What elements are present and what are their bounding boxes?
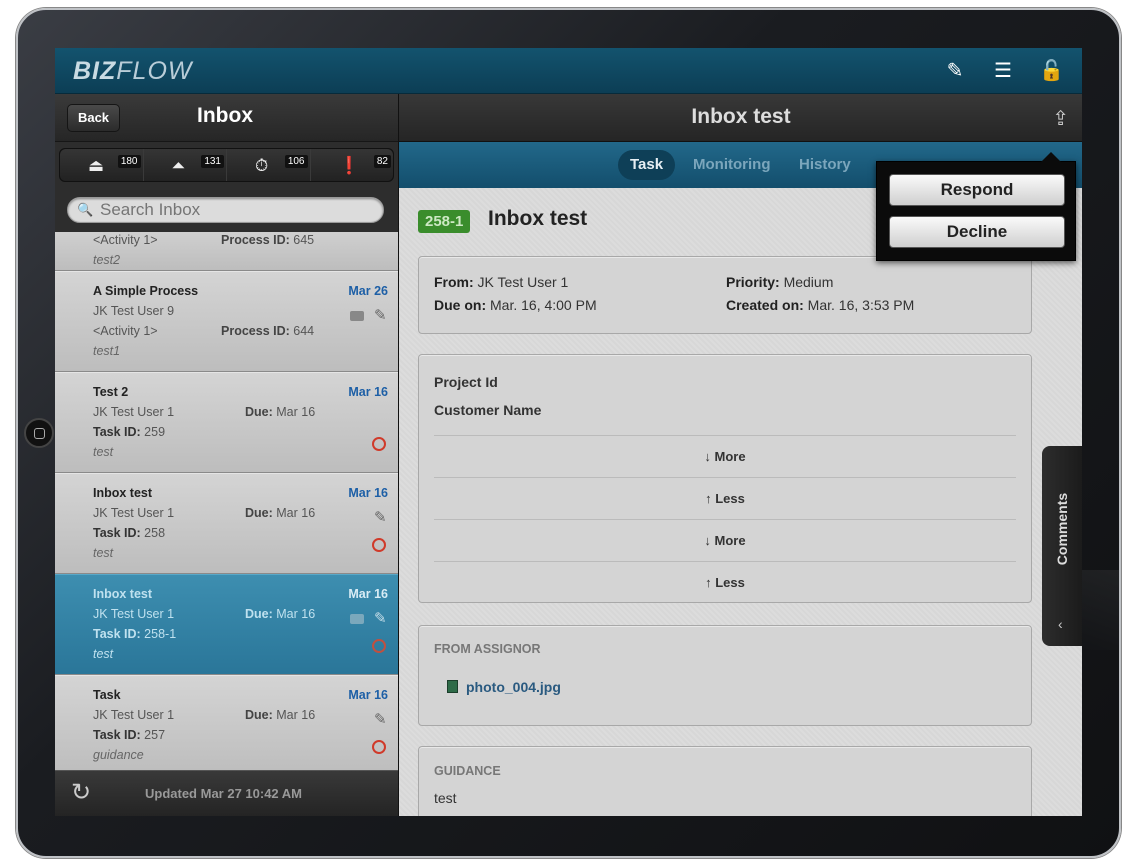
action-popover: Respond Decline — [876, 152, 1076, 261]
paperclip-icon: ✎ — [374, 509, 387, 526]
guidance-heading: GUIDANCE — [434, 764, 501, 778]
priority-field: Priority: Medium — [726, 274, 834, 290]
respond-button[interactable]: Respond — [889, 174, 1065, 206]
task-id-badge: 258-1 — [418, 210, 471, 233]
decline-button[interactable]: Decline — [889, 216, 1065, 248]
task-info-card: From: JK Test User 1 Priority: Medium Du… — [418, 256, 1032, 334]
paperclip-icon: ✎ — [374, 307, 387, 324]
filter-due[interactable]: ⏱ 106 — [227, 149, 311, 181]
search-input[interactable] — [100, 200, 370, 220]
list-item-selected[interactable]: Inbox test Mar 16 JK Test User 1 Due: Ma… — [55, 574, 398, 675]
filter-count: 82 — [373, 155, 391, 168]
inbox-list: <Activity 1> Process ID: 645 test2 A Sim… — [55, 232, 398, 772]
guidance-card: GUIDANCE test — [418, 746, 1032, 816]
more-button[interactable]: ↓ More — [434, 435, 1016, 477]
comment-icon — [350, 311, 364, 321]
from-field: From: JK Test User 1 — [434, 274, 569, 290]
inbox-panel: Back Inbox ⏏ 180 ⏶ 131 ⏱ 106 ❗ 82 🔍 <Activit… — [55, 94, 398, 816]
list-item[interactable]: A Simple Process Mar 26 JK Test User 9 <… — [55, 271, 398, 372]
search-icon: 🔍 — [77, 202, 94, 217]
filter-bar: ⏏ 180 ⏶ 131 ⏱ 106 ❗ 82 — [59, 148, 394, 182]
list-item[interactable]: <Activity 1> Process ID: 645 test2 — [55, 232, 398, 271]
timer-icon — [372, 538, 386, 552]
refresh-icon[interactable]: ↻ — [71, 781, 91, 805]
timer-icon — [372, 740, 386, 754]
comments-drawer-tab[interactable]: Comments ‹ — [1042, 446, 1082, 646]
filter-inbox[interactable]: ⏏ 180 — [60, 149, 144, 181]
updated-timestamp: Updated Mar 27 10:42 AM — [145, 786, 303, 801]
assignor-card: FROM ASSIGNOR photo_004.jpg — [418, 625, 1032, 726]
top-bar: BIZFLOW ✎ ☰ 🔓 — [55, 48, 1082, 94]
inbox-title: Inbox — [197, 104, 253, 127]
task-title: Inbox test — [488, 207, 588, 230]
detail-title: Inbox test — [691, 105, 791, 128]
less-button[interactable]: ↑ Less — [434, 561, 1016, 603]
alert-icon: ❗ — [338, 156, 360, 175]
timer-icon — [372, 639, 386, 653]
stopwatch-icon: ⏱ — [255, 156, 269, 175]
list-item[interactable]: Task Mar 16 JK Test User 1 Due: Mar 16 T… — [55, 675, 398, 772]
back-button[interactable]: Back — [67, 104, 120, 132]
field-project-id: Project Id — [434, 374, 498, 390]
detail-header: Inbox test ⇪ — [399, 94, 1082, 142]
unlock-icon[interactable]: 🔓 — [1039, 60, 1064, 82]
list-item[interactable]: Inbox test Mar 16 JK Test User 1 Due: Ma… — [55, 473, 398, 574]
image-file-icon — [447, 680, 458, 693]
created-field: Created on: Mar. 16, 3:53 PM — [726, 297, 915, 313]
tab-monitoring[interactable]: Monitoring — [681, 150, 782, 180]
filter-count: 180 — [117, 155, 141, 168]
field-customer-name: Customer Name — [434, 402, 542, 418]
attachment-link[interactable]: photo_004.jpg — [447, 679, 561, 695]
filter-count: 106 — [284, 155, 308, 168]
paperclip-icon: ✎ — [374, 610, 387, 627]
tab-history[interactable]: History — [787, 150, 863, 180]
inbox-tray-icon: ⏏ — [88, 156, 105, 175]
filter-outbox[interactable]: ⏶ 131 — [143, 149, 227, 181]
filter-count: 131 — [201, 155, 224, 168]
less-button[interactable]: ↑ Less — [434, 477, 1016, 519]
guidance-text: test — [434, 790, 457, 806]
bizflow-logo: BIZFLOW — [73, 57, 193, 85]
chevron-left-icon: ‹ — [1058, 616, 1063, 632]
filter-alert[interactable]: ❗ 82 — [310, 149, 393, 181]
due-field: Due on: Mar. 16, 4:00 PM — [434, 297, 597, 313]
inbox-header: Back Inbox — [55, 94, 398, 142]
timer-icon — [372, 437, 386, 451]
more-button[interactable]: ↓ More — [434, 519, 1016, 561]
outbox-tray-icon: ⏶ — [171, 156, 186, 175]
comment-icon — [350, 614, 364, 624]
user-list-icon[interactable]: ☰ — [991, 60, 1015, 82]
screen: BIZFLOW ✎ ☰ 🔓 Back Inbox ⏏ 180 ⏶ 131 ⏱ 106 … — [55, 48, 1082, 816]
tab-task[interactable]: Task — [618, 150, 676, 180]
share-icon[interactable]: ⇪ — [1052, 106, 1069, 131]
paperclip-icon: ✎ — [374, 711, 387, 728]
inbox-footer: ↻ Updated Mar 27 10:42 AM — [55, 770, 398, 816]
task-content: 258-1 Inbox test From: JK Test User 1 Pr… — [399, 188, 1082, 816]
home-square-icon — [33, 427, 45, 439]
home-button[interactable] — [24, 418, 54, 448]
compose-icon[interactable]: ✎ — [943, 60, 967, 82]
form-fields-card: Project Id Customer Name ↓ More ↑ Less ↓… — [418, 354, 1032, 603]
assignor-heading: FROM ASSIGNOR — [434, 642, 541, 656]
list-item[interactable]: Test 2 Mar 16 JK Test User 1 Due: Mar 16… — [55, 372, 398, 473]
search-box: 🔍 — [67, 197, 384, 223]
